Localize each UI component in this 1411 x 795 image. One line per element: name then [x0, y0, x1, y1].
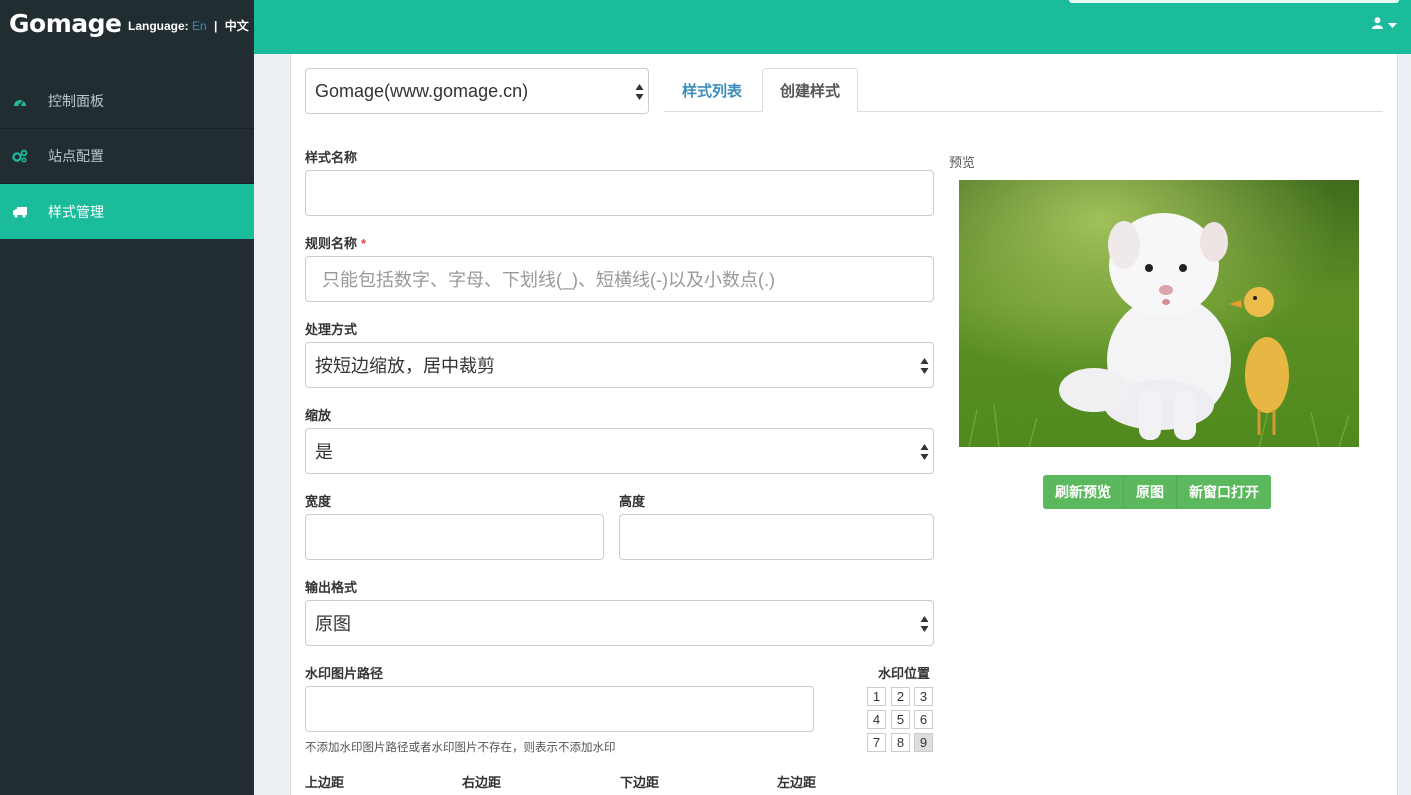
site-select-value: Gomage(www.gomage.cn)	[315, 80, 529, 101]
sidebar-item-label: 控制面板	[48, 93, 104, 109]
watermark-pos-8[interactable]: 8	[891, 733, 910, 752]
preview-button-group: 刷新预览 原图 新窗口打开	[1043, 475, 1271, 509]
dropdown-edge	[1069, 0, 1399, 3]
select-arrows-icon	[920, 358, 929, 374]
scale-label: 缩放	[305, 408, 332, 423]
tab-bar: 样式列表 创建样式	[664, 68, 1383, 113]
watermark-pos-7[interactable]: 7	[867, 733, 886, 752]
watermark-help-text: 不添加水印图片路径或者水印图片不存在，则表示不添加水印	[305, 742, 616, 754]
tab-create-style[interactable]: 创建样式	[762, 68, 858, 113]
lang-separator: |	[214, 19, 218, 33]
watermark-pos-3[interactable]: 3	[914, 687, 933, 706]
output-format-value: 原图	[315, 614, 351, 634]
language-switcher: Language: En | 中文	[128, 17, 249, 34]
sidebar-item-label: 样式管理	[48, 203, 104, 220]
rule-name-label-text: 规则名称	[305, 236, 358, 251]
select-arrows-icon	[635, 84, 644, 100]
height-label: 高度	[619, 494, 646, 509]
user-icon	[1371, 16, 1383, 34]
brand-area: Gomage Language: En | 中文	[0, 0, 254, 54]
margin-bottom-label: 下边距	[620, 775, 660, 790]
sidebar-item-dashboard[interactable]: 控制面板	[0, 74, 254, 129]
width-input[interactable]	[305, 514, 604, 560]
watermark-pos-6[interactable]: 6	[914, 710, 933, 729]
style-name-label: 样式名称	[305, 150, 358, 165]
sidebar-item-label: 站点配置	[48, 148, 104, 164]
refresh-preview-button[interactable]: 刷新预览	[1043, 475, 1124, 509]
process-mode-select[interactable]: 按短边缩放，居中裁剪	[305, 342, 934, 388]
margin-top-label: 上边距	[305, 775, 345, 790]
watermark-pos-1[interactable]: 1	[867, 687, 886, 706]
watermark-path-label: 水印图片路径	[305, 666, 384, 681]
required-marker: *	[361, 236, 367, 251]
process-mode-label: 处理方式	[305, 322, 358, 337]
style-name-input[interactable]	[305, 170, 934, 216]
watermark-position-label: 水印位置	[878, 666, 931, 681]
preview-label: 预览	[949, 155, 976, 170]
watermark-pos-9[interactable]: 9	[914, 733, 933, 752]
top-navbar	[254, 0, 1411, 54]
language-label: Language:	[128, 19, 189, 33]
lang-en-link[interactable]: En	[192, 19, 207, 33]
dashboard-icon	[12, 93, 28, 109]
tab-style-list[interactable]: 样式列表	[664, 68, 760, 112]
rule-name-input[interactable]: 只能包括数字、字母、下划线(_)、短横线(-)以及小数点(.)	[305, 256, 934, 302]
lang-zh-link[interactable]: 中文	[225, 19, 249, 33]
select-arrows-icon	[920, 444, 929, 460]
width-label: 宽度	[305, 494, 332, 509]
sidebar-item-site-config[interactable]: 站点配置	[0, 129, 254, 184]
cogs-icon	[12, 148, 28, 164]
user-menu-toggle[interactable]	[1369, 15, 1399, 35]
margin-right-label: 右边距	[462, 775, 502, 790]
output-format-label: 输出格式	[305, 580, 358, 595]
scale-select[interactable]: 是	[305, 428, 934, 474]
truck-icon	[12, 204, 28, 220]
watermark-pos-5[interactable]: 5	[891, 710, 910, 729]
logo[interactable]: Gomage	[9, 9, 122, 38]
watermark-path-input[interactable]	[305, 686, 814, 732]
scale-value: 是	[315, 442, 333, 462]
output-format-select[interactable]: 原图	[305, 600, 934, 646]
sidebar-item-style-manage[interactable]: 样式管理	[0, 184, 254, 239]
site-select[interactable]: Gomage(www.gomage.cn)	[305, 68, 649, 114]
original-image-button[interactable]: 原图	[1124, 475, 1177, 509]
process-mode-value: 按短边缩放，居中裁剪	[315, 356, 495, 376]
caret-down-icon	[1387, 16, 1397, 34]
rule-name-label: 规则名称 *	[305, 233, 366, 252]
margin-left-label: 左边距	[777, 775, 817, 790]
sidebar: Gomage Language: En | 中文 控制面板 站点配置 样式管理	[0, 0, 254, 795]
height-input[interactable]	[619, 514, 934, 560]
watermark-pos-2[interactable]: 2	[891, 687, 910, 706]
watermark-pos-4[interactable]: 4	[867, 710, 886, 729]
select-arrows-icon	[920, 616, 929, 632]
open-new-window-button[interactable]: 新窗口打开	[1177, 475, 1271, 509]
preview-image	[959, 180, 1359, 447]
